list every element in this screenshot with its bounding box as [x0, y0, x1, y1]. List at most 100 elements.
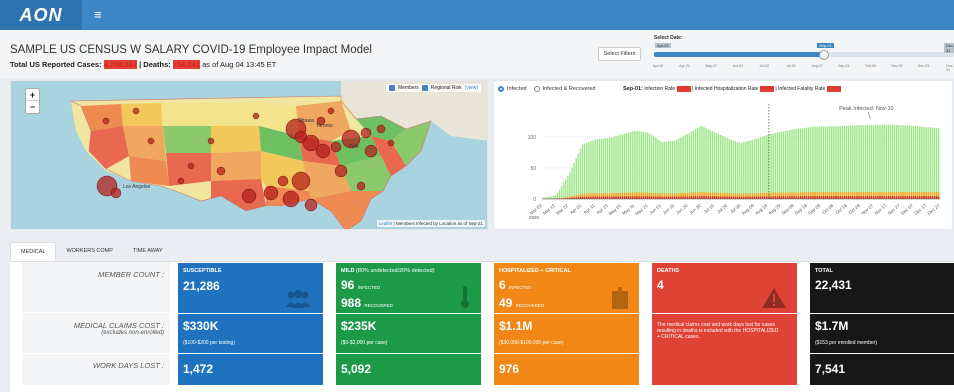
critical-bar — [799, 196, 802, 199]
infected-bar — [617, 135, 619, 199]
infected-bar — [919, 126, 921, 199]
member-map[interactable]: + − Members Regional Risk (view) Ottawa T… — [10, 80, 488, 230]
card-mild-days: 5,092 — [336, 354, 481, 385]
infected-bar — [653, 136, 655, 199]
infected-bar — [682, 136, 684, 199]
critical-bar — [581, 196, 584, 199]
member-bubble[interactable] — [263, 185, 279, 201]
infected-bar — [627, 132, 630, 199]
regional-risk-checkbox[interactable] — [421, 85, 428, 91]
infected-bar — [841, 125, 844, 199]
hamburger-icon[interactable]: ≡ — [94, 7, 102, 22]
infected-bar — [764, 135, 766, 199]
select-filters-button[interactable]: Select Filters — [598, 47, 641, 61]
critical-bar — [640, 196, 642, 199]
infected-bar — [678, 138, 680, 199]
infected-bar — [858, 125, 860, 199]
logo[interactable]: AON — [0, 0, 82, 30]
x-tick-label: Nov 27 — [887, 203, 902, 216]
card-hosp-cost: $1.1M ($30,000-$100,000 per case) — [494, 314, 639, 353]
critical-bar — [793, 196, 795, 199]
city-label-toronto: Toronto — [316, 123, 333, 129]
tab-workers-comp[interactable]: WORKERS COMP — [56, 242, 122, 262]
member-bubble[interactable] — [132, 107, 140, 115]
member-bubble[interactable] — [282, 190, 300, 208]
zoom-out-button[interactable]: − — [26, 101, 39, 113]
card-susceptible-count: SUSCEPTIBLE 21,286 — [178, 263, 323, 313]
critical-bar — [734, 196, 737, 199]
critical-bar — [912, 196, 915, 199]
radio-infected-recovered[interactable] — [533, 86, 540, 92]
infected-bar — [579, 148, 582, 199]
infected-bar — [703, 127, 705, 199]
infected-bar — [711, 131, 714, 199]
member-bubble[interactable] — [277, 175, 289, 187]
member-bubble[interactable] — [315, 143, 331, 159]
critical-bar — [755, 196, 758, 199]
cases-value: 4,738,853 — [103, 60, 138, 69]
infected-bar — [694, 129, 697, 199]
member-bubble[interactable] — [147, 137, 155, 145]
date-slider-handle[interactable] — [819, 50, 829, 60]
member-bubble[interactable] — [252, 112, 260, 120]
date-slider-min: Apr-01 — [655, 43, 672, 48]
member-bubble[interactable] — [187, 162, 195, 170]
infected-bar — [782, 131, 785, 199]
member-bubble[interactable] — [376, 124, 386, 134]
critical-bar — [738, 196, 741, 199]
member-bubble[interactable] — [207, 137, 215, 145]
member-bubble[interactable] — [102, 117, 110, 125]
infected-bar — [860, 125, 862, 199]
infected-bar — [780, 131, 783, 199]
member-bubble[interactable] — [291, 171, 311, 191]
member-bubble[interactable] — [334, 164, 348, 178]
critical-bar — [824, 196, 827, 199]
member-bubble[interactable] — [356, 181, 366, 191]
x-tick-label: Dec 27 — [927, 203, 942, 216]
critical-bar — [629, 196, 632, 199]
infected-bar — [833, 126, 835, 199]
member-bubble[interactable] — [110, 187, 122, 199]
critical-bar — [812, 196, 814, 199]
infected-bar — [887, 124, 890, 199]
x-tick-label: Jun 10 — [662, 203, 676, 216]
critical-bar — [736, 196, 739, 199]
infected-bar — [789, 130, 791, 199]
infected-bar — [676, 139, 678, 199]
critical-bar — [642, 196, 645, 199]
slider-tick-label: Nov-05 — [891, 64, 903, 68]
critical-bar — [898, 196, 900, 199]
critical-bar — [778, 196, 781, 199]
member-bubble[interactable] — [241, 188, 257, 204]
member-bubble[interactable] — [330, 141, 342, 153]
members-checkbox[interactable] — [388, 85, 395, 91]
infected-bar — [615, 136, 617, 199]
infected-bar — [697, 127, 699, 199]
member-bubble[interactable] — [387, 139, 395, 147]
critical-bar — [588, 196, 590, 199]
tab-medical[interactable]: MEDICAL — [10, 242, 57, 262]
infected-bar — [592, 140, 594, 199]
infected-bar — [554, 195, 557, 199]
radio-infected[interactable] — [498, 86, 504, 92]
tab-time-away[interactable]: TIME AWAY — [123, 242, 173, 262]
infected-bar — [726, 137, 728, 199]
infected-bar — [585, 142, 588, 199]
member-bubble[interactable] — [327, 107, 335, 115]
x-tick-label: Sep 08 — [781, 203, 796, 216]
member-bubble[interactable] — [364, 144, 378, 158]
zoom-in-button[interactable]: + — [26, 89, 39, 101]
member-bubble[interactable] — [304, 198, 318, 212]
member-bubble[interactable] — [216, 166, 226, 176]
infected-bar — [684, 135, 686, 199]
infected-bar — [575, 158, 577, 199]
infected-bar — [686, 134, 689, 199]
infected-bar — [766, 135, 768, 199]
row-label-member-count: MEMBER COUNT : — [22, 262, 170, 312]
view-link[interactable]: (view) — [465, 85, 478, 91]
infected-bar — [774, 133, 776, 199]
infected-bar — [571, 167, 573, 199]
infected-bar — [665, 141, 668, 199]
member-bubble[interactable] — [360, 127, 372, 139]
member-bubble[interactable] — [177, 177, 185, 185]
